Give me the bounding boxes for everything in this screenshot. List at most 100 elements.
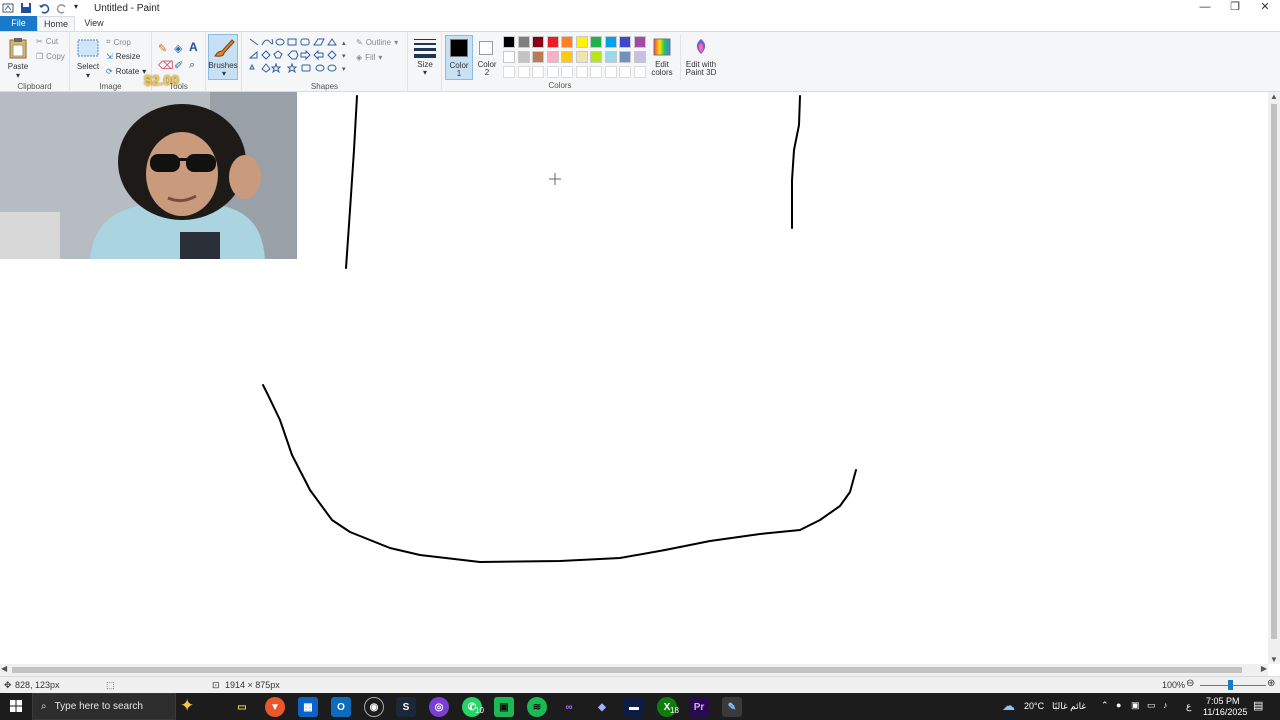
custom-color-slot[interactable] <box>590 66 602 78</box>
horizontal-scrollbar[interactable]: ◀ ▶ <box>0 664 1268 676</box>
color-picker-icon[interactable]: ✐ <box>174 59 183 72</box>
scroll-right-icon[interactable]: ▶ <box>1261 664 1267 673</box>
palette-swatch[interactable] <box>532 51 544 63</box>
custom-color-slot[interactable] <box>633 66 646 78</box>
custom-color-slot[interactable] <box>619 66 631 78</box>
palette-swatch[interactable] <box>517 51 530 63</box>
tab-view[interactable]: View <box>75 16 113 31</box>
camera-tray-icon[interactable]: ▣ <box>1131 700 1140 711</box>
palette-swatch[interactable] <box>503 36 515 48</box>
obs-icon[interactable]: ◉ <box>364 697 384 717</box>
palette-swatch[interactable] <box>604 36 617 48</box>
custom-color-slot[interactable] <box>604 66 617 78</box>
text-icon[interactable]: A <box>189 40 198 54</box>
brave-browser-icon[interactable]: ▼ <box>265 697 285 717</box>
save-icon[interactable] <box>20 2 32 14</box>
custom-color-slot[interactable] <box>503 66 515 78</box>
select-dropdown-icon[interactable]: ▾ <box>74 71 102 80</box>
paint-taskbar-icon[interactable]: ✎ <box>722 697 742 717</box>
clock-time[interactable]: 7:05 PM <box>1206 696 1240 706</box>
input-language[interactable]: ع <box>1186 701 1191 712</box>
color1-button[interactable]: Color 1 <box>445 35 473 80</box>
steam-icon[interactable]: S <box>396 697 416 717</box>
fill-bucket-icon[interactable]: ◈ <box>174 42 182 55</box>
palette-swatch[interactable] <box>619 36 631 48</box>
taskbar-search-box[interactable]: ⌕ Type here to search <box>32 693 176 720</box>
palette-swatch[interactable] <box>546 51 559 63</box>
custom-color-slot[interactable] <box>575 66 588 78</box>
scroll-left-icon[interactable]: ◀ <box>1 664 7 673</box>
microsoft-store-icon[interactable]: ▦ <box>298 697 318 717</box>
custom-color-slot[interactable] <box>517 66 530 78</box>
paste-dropdown-icon[interactable]: ▾ <box>4 71 32 80</box>
fill-button[interactable]: ◈ Fill ▾ <box>356 53 382 62</box>
palette-swatch[interactable] <box>532 36 544 48</box>
vertical-scroll-thumb[interactable] <box>1271 104 1277 639</box>
outlook-icon[interactable]: O <box>331 697 351 717</box>
outline-button[interactable]: ✎ Outline ▾ <box>356 38 398 47</box>
select-button[interactable]: Select ▾ <box>74 35 102 80</box>
palette-swatch[interactable] <box>561 36 573 48</box>
size-button[interactable]: Size ▾ <box>410 34 440 80</box>
magnifier-icon[interactable]: ⌕ <box>189 59 195 72</box>
volume-icon[interactable]: ♪ <box>1163 700 1168 710</box>
minimize-button[interactable]: — <box>1190 0 1220 16</box>
edit-with-paint3d-button[interactable]: Edit with Paint 3D <box>680 35 720 80</box>
horizontal-scroll-thumb[interactable] <box>12 667 1242 673</box>
close-button[interactable]: ✕ <box>1250 0 1280 16</box>
weather-temp[interactable]: 20°C <box>1024 701 1044 711</box>
resize-button[interactable]: ⇲ Resize <box>106 52 140 61</box>
restore-button[interactable]: ❐ <box>1220 0 1250 16</box>
undo-icon[interactable] <box>38 2 50 14</box>
tray-overflow-icon[interactable]: ⌃ <box>1101 700 1109 711</box>
clock-date[interactable]: 11/16/2025 <box>1203 707 1247 717</box>
customize-toolbar-icon[interactable]: ▾ <box>74 2 86 14</box>
palette-swatch[interactable] <box>546 36 559 48</box>
vpn-icon[interactable]: ◆ <box>592 697 612 717</box>
tab-home[interactable]: Home <box>37 16 75 31</box>
custom-color-slot[interactable] <box>561 66 573 78</box>
palette-swatch[interactable] <box>575 36 588 48</box>
palette-swatch[interactable] <box>619 51 631 63</box>
network-icon[interactable]: ▭ <box>1147 700 1156 711</box>
rotate-button[interactable]: ⟳ Rotate ▾ <box>106 67 146 76</box>
windows-start-icon[interactable] <box>10 700 22 715</box>
custom-color-slot[interactable] <box>532 66 544 78</box>
custom-color-slot[interactable] <box>546 66 559 78</box>
copilot-sparkle-icon[interactable]: ✦ <box>180 696 194 716</box>
zoom-slider-thumb[interactable] <box>1228 680 1233 690</box>
cut-button[interactable]: ✂ Cut <box>36 37 58 46</box>
zoom-slider-track[interactable] <box>1200 685 1266 686</box>
zoom-in-icon[interactable]: ⊕ <box>1267 678 1275 689</box>
zoom-out-icon[interactable]: ⊖ <box>1186 678 1194 689</box>
terminal-icon[interactable]: ▬ <box>624 697 644 717</box>
app-green-icon[interactable]: ▣ <box>494 697 514 717</box>
palette-swatch[interactable] <box>633 51 646 63</box>
visual-studio-icon[interactable]: ∞ <box>559 697 579 717</box>
palette-swatch[interactable] <box>517 36 530 48</box>
vertical-scrollbar[interactable]: ▲ ▼ <box>1268 92 1280 664</box>
palette-swatch[interactable] <box>633 36 646 48</box>
weather-description[interactable]: غائم غالبًا <box>1052 701 1086 712</box>
palette-swatch[interactable] <box>575 51 588 63</box>
palette-swatch[interactable] <box>561 51 573 63</box>
crop-button[interactable]: ⌗ Crop <box>106 37 131 47</box>
tab-file[interactable]: File <box>0 16 37 31</box>
shapes-gallery[interactable]: ▴ ▾ ▾ <box>248 36 348 78</box>
color2-button[interactable]: Color 2 <box>474 35 500 80</box>
eraser-icon[interactable]: ⌫ <box>158 59 174 72</box>
palette-swatch[interactable] <box>503 51 515 63</box>
microphone-icon[interactable]: ● <box>1116 700 1121 710</box>
pencil-icon[interactable]: ✎ <box>158 42 167 55</box>
spotify-icon[interactable]: ≋ <box>527 697 547 717</box>
paste-button[interactable]: Paste ▾ <box>4 35 32 80</box>
palette-swatch[interactable] <box>590 36 602 48</box>
scroll-down-icon[interactable]: ▼ <box>1270 655 1278 664</box>
edit-colors-button[interactable]: Edit colors <box>648 35 676 80</box>
notifications-icon[interactable]: ▤ <box>1253 699 1263 712</box>
file-explorer-icon[interactable]: ▭ <box>232 697 252 717</box>
palette-swatch[interactable] <box>604 51 617 63</box>
brushes-button[interactable]: Brushes ▾ <box>208 34 238 80</box>
premiere-pro-icon[interactable]: Pr <box>689 697 709 717</box>
scroll-up-icon[interactable]: ▲ <box>1270 92 1278 101</box>
